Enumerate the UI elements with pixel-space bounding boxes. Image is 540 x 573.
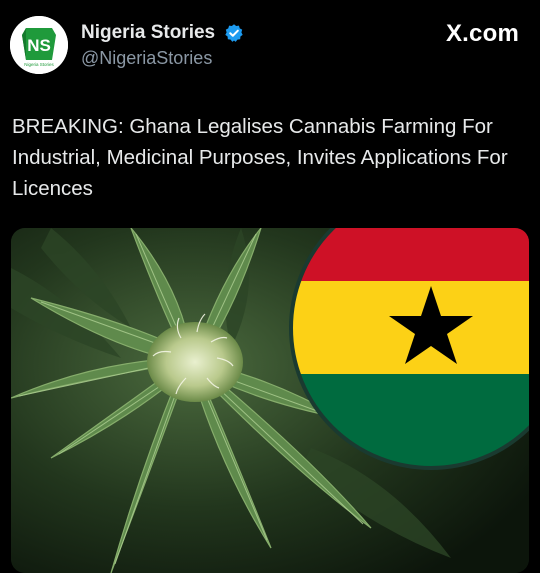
x-com-logo[interactable]: X.com xyxy=(446,20,519,48)
post-header: NS Nigeria Stories Nigeria Stories @Nige… xyxy=(0,0,540,90)
post-media-image[interactable] xyxy=(11,228,529,573)
post-text: BREAKING: Ghana Legalises Cannabis Farmi… xyxy=(12,115,508,200)
author-display-name[interactable]: Nigeria Stories xyxy=(81,22,215,44)
avatar-logo-letters: NS xyxy=(27,36,51,55)
cannabis-plant-with-ghana-flag-icon xyxy=(11,228,529,573)
verified-badge-icon xyxy=(225,24,243,42)
author-handle[interactable]: @NigeriaStories xyxy=(81,48,212,69)
author-avatar[interactable]: NS Nigeria Stories xyxy=(10,16,68,74)
avatar-logo-caption: Nigeria Stories xyxy=(24,62,54,67)
flag-gold-stripe xyxy=(291,281,529,374)
